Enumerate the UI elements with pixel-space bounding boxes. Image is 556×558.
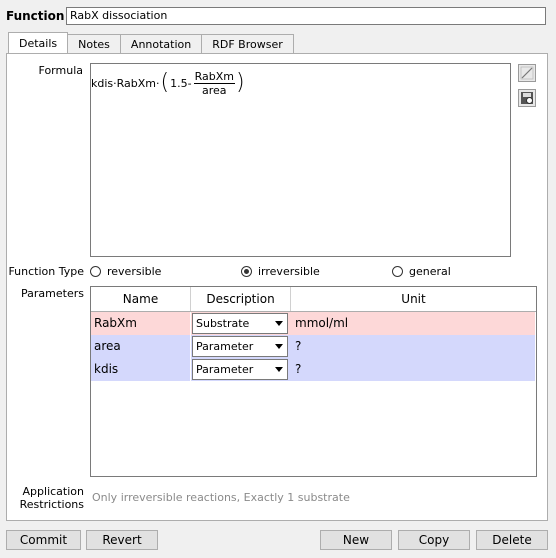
radio-general-label: general	[409, 265, 451, 278]
description-select[interactable]: Substrate	[192, 313, 288, 334]
chevron-down-icon	[275, 367, 283, 372]
copy-button[interactable]: Copy	[398, 530, 470, 550]
description-select[interactable]: Parameter	[192, 359, 288, 380]
new-button[interactable]: New	[320, 530, 392, 550]
parameter-unit: ?	[291, 335, 536, 358]
delete-button[interactable]: Delete	[476, 530, 548, 550]
parameter-description-cell: Parameter	[191, 335, 291, 358]
parameters-label: Parameters	[21, 287, 84, 300]
table-row[interactable]: kdis Parameter ?	[91, 358, 536, 381]
column-header-name[interactable]: Name	[91, 287, 191, 311]
save-formula-icon[interactable]	[518, 89, 536, 107]
radio-irreversible-circle[interactable]	[241, 266, 252, 277]
parameter-name: area	[91, 335, 191, 358]
edit-formula-icon[interactable]	[518, 64, 536, 82]
radio-irreversible[interactable]: irreversible	[241, 265, 320, 278]
radio-reversible[interactable]: reversible	[90, 265, 161, 278]
function-type-label: Function Type	[8, 265, 84, 278]
revert-button[interactable]: Revert	[86, 530, 158, 550]
application-label-line2: Restrictions	[19, 498, 84, 511]
table-row[interactable]: RabXm Substrate mmol/ml	[91, 312, 536, 335]
column-header-unit[interactable]: Unit	[291, 287, 536, 311]
description-select-value: Parameter	[196, 363, 254, 376]
radio-irreversible-label: irreversible	[258, 265, 320, 278]
commit-button[interactable]: Commit	[6, 530, 81, 550]
application-restrictions-label: Application Restrictions	[6, 485, 84, 511]
formula-label: Formula	[38, 64, 83, 77]
radio-general[interactable]: general	[392, 265, 451, 278]
description-select-value: Substrate	[196, 317, 250, 330]
formula-right-paren: )	[235, 70, 245, 95]
formula-numerator: RabXm	[193, 69, 235, 84]
tab-notes[interactable]: Notes	[67, 34, 121, 53]
formula-denominator: area	[202, 83, 227, 97]
function-name-input[interactable]: RabX dissociation	[66, 7, 546, 25]
parameter-unit: ?	[291, 358, 536, 381]
parameter-unit: mmol/ml	[291, 312, 536, 335]
formula-expression: kdis·RabXm· ( 1.5- RabXm area )	[91, 66, 245, 100]
tab-bar: Details Notes Annotation RDF Browser	[8, 32, 294, 54]
parameter-name: kdis	[91, 358, 191, 381]
function-title: Function	[6, 9, 65, 23]
parameter-description-cell: Parameter	[191, 358, 291, 381]
application-label-line1: Application	[22, 485, 84, 498]
formula-constant: 1.5-	[170, 76, 192, 90]
tab-rdf-browser[interactable]: RDF Browser	[201, 34, 294, 53]
radio-reversible-circle[interactable]	[90, 266, 101, 277]
formula-left-paren: (	[160, 70, 170, 95]
description-select-value: Parameter	[196, 340, 254, 353]
tab-annotation[interactable]: Annotation	[119, 34, 203, 53]
chevron-down-icon	[275, 321, 283, 326]
parameters-table: Name Description Unit RabXm Substrate mm…	[90, 286, 537, 477]
parameter-description-cell: Substrate	[191, 312, 291, 335]
formula-prefix: kdis·RabXm·	[91, 76, 160, 90]
chevron-down-icon	[275, 344, 283, 349]
parameters-table-header: Name Description Unit	[91, 287, 536, 312]
formula-fraction: RabXm area	[193, 69, 235, 97]
table-row[interactable]: area Parameter ?	[91, 335, 536, 358]
radio-reversible-label: reversible	[107, 265, 162, 278]
application-restrictions-text: Only irreversible reactions, Exactly 1 s…	[92, 491, 350, 504]
radio-general-circle[interactable]	[392, 266, 403, 277]
column-header-description[interactable]: Description	[191, 287, 291, 311]
tab-details[interactable]: Details	[8, 32, 69, 53]
description-select[interactable]: Parameter	[192, 336, 288, 357]
formula-display[interactable]: kdis·RabXm· ( 1.5- RabXm area )	[90, 63, 511, 257]
parameter-name: RabXm	[91, 312, 191, 335]
